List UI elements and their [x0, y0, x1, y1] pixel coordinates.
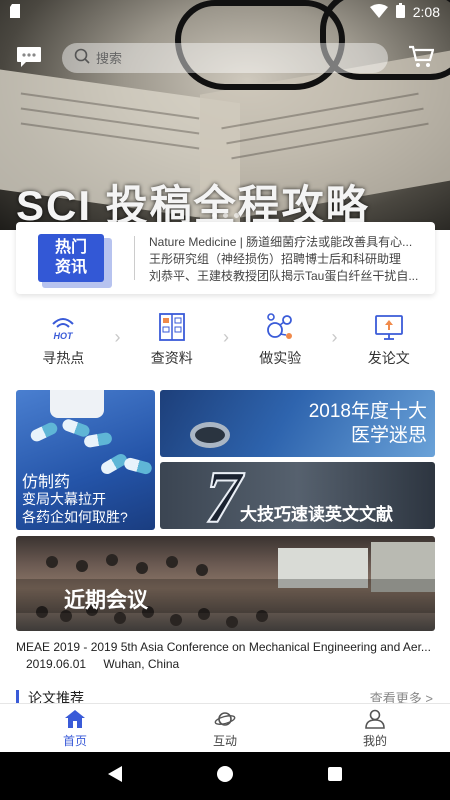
home-circle-icon[interactable]	[216, 765, 234, 788]
recents-icon[interactable]	[327, 766, 343, 787]
home-icon	[65, 710, 85, 728]
user-icon	[365, 709, 385, 729]
section-header: 论文推荐 查看更多 >	[16, 690, 435, 706]
search-icon	[74, 48, 90, 69]
tab-home[interactable]: 首页	[0, 704, 150, 752]
conference-date: 2019.06.01	[26, 657, 87, 671]
tile-title: 近期会议	[64, 589, 148, 612]
sd-card-icon	[10, 3, 22, 21]
tile-number: 7	[204, 462, 243, 529]
tile-subtitle: 变局大幕拉开 各药企如何取胜?	[22, 491, 128, 525]
news-list: Nature Medicine | 肠道细菌疗法或能改善具有心... 王彤研究组…	[149, 234, 424, 285]
clock: 2:08	[412, 4, 440, 20]
quick-nav-hot[interactable]: HOT 寻热点	[16, 312, 111, 374]
quick-nav: HOT 寻热点 › 查资料 › 做实验 › 发论文	[16, 312, 436, 374]
tile-reading-tips[interactable]: 7 大技巧速读英文文献	[160, 462, 435, 529]
pill-bottle	[50, 390, 104, 418]
quick-nav-label: 查资料	[150, 350, 193, 366]
quick-nav-docs[interactable]: 查资料	[124, 312, 219, 374]
pill	[28, 420, 60, 444]
tile-medical-myths[interactable]: 2018年度十大 医学迷思	[160, 390, 435, 457]
conference-meta: 2019.06.01 Wuhan, China	[26, 657, 179, 671]
message-icon[interactable]	[16, 46, 42, 68]
quick-nav-publish[interactable]: 发论文	[341, 312, 436, 374]
stethoscope	[190, 422, 230, 448]
battery-icon	[395, 3, 405, 21]
pill	[122, 456, 154, 476]
hot-news-badge: 热门 资讯	[38, 234, 112, 288]
system-nav-bar	[0, 752, 450, 800]
svg-text:HOT: HOT	[54, 331, 75, 341]
news-item[interactable]: 刘恭平、王建枝教授团队揭示Tau蛋白纤丝干扰自...	[149, 268, 424, 285]
quick-nav-label: 发论文	[367, 350, 410, 366]
tab-label: 互动	[212, 734, 237, 748]
hero-banner[interactable]: SCI 投稿全程攻略	[0, 0, 450, 230]
conference-location: Wuhan, China	[103, 657, 180, 671]
search-input[interactable]	[96, 50, 346, 66]
tile-conferences[interactable]: 近期会议	[16, 536, 435, 631]
bottom-tab-bar: 首页 互动 我的	[0, 703, 450, 752]
tile-title: 仿制药	[22, 474, 71, 491]
quick-nav-label: 寻热点	[42, 350, 85, 366]
tile-generic-drugs[interactable]: 仿制药 变局大幕拉开 各药企如何取胜?	[16, 390, 155, 530]
molecule-icon	[267, 313, 293, 339]
section-accent-bar	[16, 690, 19, 704]
tab-interact[interactable]: 互动	[150, 704, 300, 752]
wifi-icon	[369, 3, 388, 21]
conference-title[interactable]: MEAE 2019 - 2019 5th Asia Conference on …	[16, 640, 435, 654]
status-bar: 2:08	[0, 0, 450, 24]
news-item[interactable]: 王彤研究组（神经损伤）招聘博士后和科研助理	[149, 251, 424, 268]
tile-title: 大技巧速读英文文献	[240, 505, 393, 524]
top-bar	[0, 40, 450, 76]
news-item[interactable]: Nature Medicine | 肠道细菌疗法或能改善具有心...	[149, 234, 424, 251]
quick-nav-experiment[interactable]: 做实验	[233, 312, 328, 374]
planet-icon	[214, 712, 236, 726]
quick-nav-label: 做实验	[259, 350, 302, 366]
hot-wifi-icon: HOT	[52, 318, 75, 341]
hot-news-card[interactable]: 热门 资讯 Nature Medicine | 肠道细菌疗法或能改善具有心...…	[16, 222, 435, 294]
tab-label: 我的	[362, 734, 387, 748]
monitor-upload-icon	[374, 315, 403, 340]
divider	[134, 236, 135, 280]
chevron-right-icon: ›	[223, 326, 229, 347]
cart-icon[interactable]	[408, 45, 435, 69]
chevron-right-icon: ›	[114, 326, 121, 347]
back-icon[interactable]	[107, 765, 123, 788]
tile-title: 2018年度十大 医学迷思	[308, 401, 427, 446]
search-bar[interactable]	[62, 43, 388, 73]
archive-cabinet-icon	[158, 313, 185, 341]
carousel-dots	[0, 213, 450, 218]
chevron-right-icon: ›	[331, 326, 338, 347]
tab-mine[interactable]: 我的	[300, 704, 450, 752]
tab-label: 首页	[62, 734, 87, 748]
